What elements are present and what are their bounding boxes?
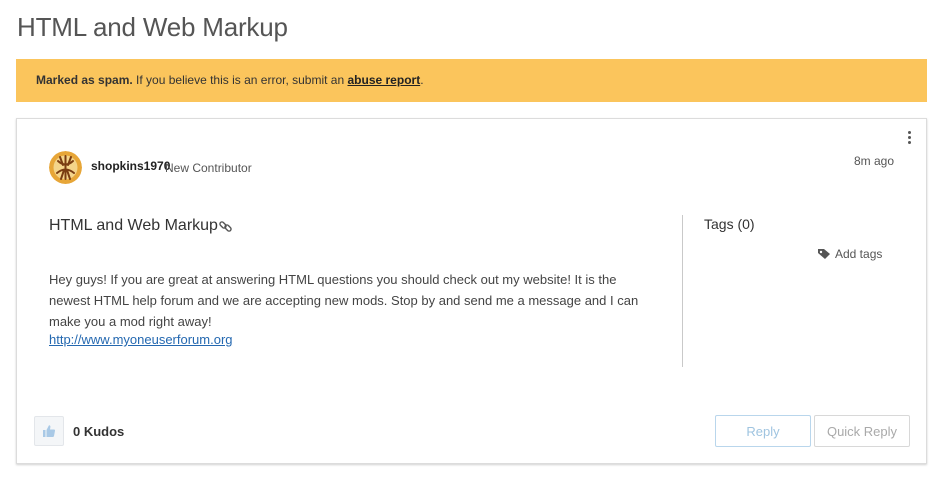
message-card: shopkins1970 New Contributor 8m ago HTML… <box>16 118 927 464</box>
reply-button[interactable]: Reply <box>715 415 811 447</box>
author-rank: New Contributor <box>165 161 252 175</box>
spam-label: Marked as spam. <box>36 73 133 87</box>
message-link[interactable]: http://www.myoneuserforum.org <box>49 332 233 347</box>
avatar-image <box>49 151 82 184</box>
add-tags-label: Add tags <box>835 247 883 261</box>
kebab-icon[interactable] <box>906 131 912 145</box>
quick-reply-button[interactable]: Quick Reply <box>814 415 910 447</box>
page-title: HTML and Web Markup <box>17 12 288 42</box>
thumbs-up-icon <box>43 425 56 437</box>
kudos-count: 0 Kudos <box>73 424 125 439</box>
divider <box>682 215 683 367</box>
message-body: Hey guys! If you are great at answering … <box>49 272 639 329</box>
link-icon[interactable] <box>218 218 234 234</box>
kudo-button[interactable] <box>34 416 64 446</box>
spam-banner: Marked as spam. If you believe this is a… <box>16 59 927 102</box>
avatar[interactable] <box>49 151 82 184</box>
add-tags-button[interactable]: Add tags <box>817 247 882 261</box>
tags-heading: Tags (0) <box>704 216 755 232</box>
author-name[interactable]: shopkins1970 <box>91 159 170 173</box>
post-time: 8m ago <box>853 154 894 168</box>
tag-icon <box>818 249 830 259</box>
spam-message: If you believe this is an error, submit … <box>132 73 348 87</box>
spam-message-end: . <box>420 73 424 87</box>
message-subject: HTML and Web Markup <box>49 217 218 234</box>
abuse-report-link[interactable]: abuse report <box>348 73 421 87</box>
